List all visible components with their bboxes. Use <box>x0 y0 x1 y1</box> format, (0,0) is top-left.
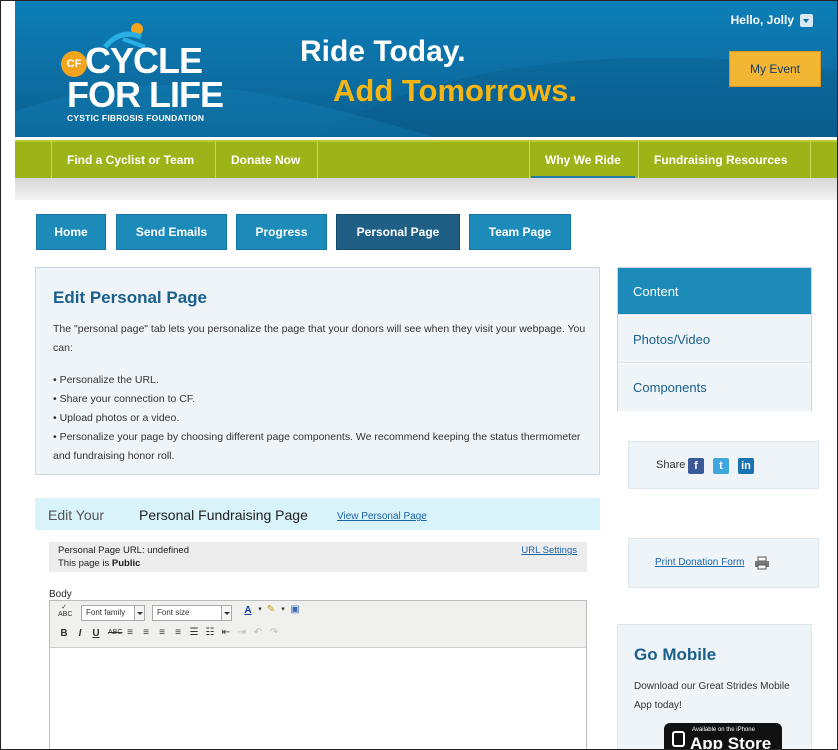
cycle-for-life-logo[interactable]: CF CYCLE FOR LIFE CYSTIC FIBROSIS FOUNDA… <box>55 21 225 131</box>
personal-page-url: Personal Page URL: undefined <box>58 545 189 556</box>
paste-icon[interactable]: ▣ <box>289 604 301 615</box>
nav-find-cyclist-or-team[interactable]: Find a Cyclist or Team <box>53 142 208 178</box>
align-center-icon[interactable]: ≡ <box>140 627 152 638</box>
edit-heading-main: Personal Fundraising Page <box>139 507 308 523</box>
chevron-down-icon[interactable] <box>800 13 813 27</box>
intro-bullet-list: Personalize the URL. Share your connecti… <box>53 371 598 466</box>
editor-body-area[interactable] <box>50 648 586 749</box>
my-event-button[interactable]: My Event <box>729 51 821 87</box>
intro-title: Edit Personal Page <box>53 288 207 307</box>
nav-divider <box>638 142 639 178</box>
app-store-big-text: App Store <box>690 734 772 750</box>
nav-divider <box>215 142 216 178</box>
tab-progress[interactable]: Progress <box>236 214 327 250</box>
edit-page-heading-bar: Edit Your Personal Fundraising Page View… <box>35 498 600 530</box>
go-mobile-box: Go Mobile Download our Great Strides Mob… <box>617 624 812 750</box>
side-nav: Content Photos/Video Components <box>617 267 812 411</box>
iphone-icon <box>672 731 685 747</box>
intro-paragraph: The "personal page" tab lets you persona… <box>53 323 586 354</box>
chevron-down-icon[interactable]: ▾ <box>277 605 289 613</box>
print-donation-form-link[interactable]: Print Donation Form <box>655 557 744 568</box>
page-status-prefix: This page is <box>58 558 110 569</box>
app-store-badge[interactable]: Available on the iPhone App Store <box>664 723 782 750</box>
font-family-value: Font family <box>86 608 126 617</box>
nav-why-we-ride[interactable]: Why We Ride <box>531 142 635 178</box>
body-label: Body <box>49 589 72 600</box>
bold-icon[interactable]: B <box>58 628 70 639</box>
tagline-ride-today: Ride Today. <box>300 35 466 68</box>
printer-icon[interactable] <box>754 556 770 570</box>
tagline-add-tomorrows: Add Tomorrows. <box>333 73 577 108</box>
italic-icon[interactable]: I <box>74 628 86 639</box>
list-item: Personalize your page by choosing differ… <box>53 428 598 466</box>
nav-shadow-band <box>15 178 837 200</box>
undo-icon[interactable]: ↶ <box>252 627 264 638</box>
site-header: CF CYCLE FOR LIFE CYSTIC FIBROSIS FOUNDA… <box>15 1 837 137</box>
url-settings-link[interactable]: URL Settings <box>521 545 577 556</box>
share-label: Share <box>656 459 686 471</box>
nav-fundraising-resources[interactable]: Fundraising Resources <box>640 142 801 178</box>
font-size-select[interactable]: Font size <box>152 605 232 621</box>
list-item: Personalize the URL. <box>53 371 598 390</box>
nav-donate-now[interactable]: Donate Now <box>217 142 314 178</box>
strikethrough-icon[interactable]: ABC <box>108 629 122 636</box>
edit-heading-prefix: Edit Your <box>48 507 105 523</box>
logo-text-for-life: FOR LIFE <box>67 74 224 115</box>
app-store-small-text: Available on the iPhone <box>692 727 755 733</box>
align-right-icon[interactable]: ≡ <box>156 627 168 638</box>
tab-team-page[interactable]: Team Page <box>469 214 571 250</box>
numbered-list-icon[interactable]: ☷ <box>204 627 216 638</box>
linkedin-icon[interactable]: in <box>738 458 754 474</box>
page-status-line: This page is Public <box>58 558 140 569</box>
nav-divider <box>810 142 811 178</box>
rich-text-editor: ✓ ABC Font family Font size A ▾ ✎ ▾ ▣ B I… <box>49 600 587 749</box>
user-greeting-menu[interactable]: Hello, Jolly <box>731 13 813 27</box>
side-nav-photos-video[interactable]: Photos/Video <box>618 316 811 363</box>
side-nav-components[interactable]: Components <box>618 364 811 411</box>
side-nav-content[interactable]: Content <box>618 268 811 315</box>
greeting-text: Hello, Jolly <box>730 13 794 27</box>
view-personal-page-link[interactable]: View Personal Page <box>337 511 427 522</box>
chevron-down-icon <box>221 606 231 620</box>
align-justify-icon[interactable]: ≡ <box>172 627 184 638</box>
share-box: Share f t in <box>628 441 819 489</box>
font-size-value: Font size <box>157 608 190 617</box>
underline-icon[interactable]: U <box>90 628 102 639</box>
indent-icon[interactable]: ⇥ <box>236 627 248 638</box>
go-mobile-title: Go Mobile <box>634 645 717 664</box>
facebook-icon[interactable]: f <box>688 458 704 474</box>
bullet-list-icon[interactable]: ☰ <box>188 627 200 638</box>
highlight-color-icon[interactable]: ✎ <box>265 604 277 615</box>
print-donation-box: Print Donation Form <box>628 538 819 588</box>
page-frame: CF CYCLE FOR LIFE CYSTIC FIBROSIS FOUNDA… <box>0 0 838 750</box>
tab-send-emails[interactable]: Send Emails <box>116 214 227 250</box>
nav-divider <box>529 142 530 178</box>
nav-divider <box>51 142 52 178</box>
twitter-icon[interactable]: t <box>713 458 729 474</box>
align-left-icon[interactable]: ≡ <box>124 627 136 638</box>
font-family-select[interactable]: Font family <box>81 605 145 621</box>
go-mobile-text: Download our Great Strides Mobile App to… <box>634 681 790 711</box>
tab-home[interactable]: Home <box>36 214 106 250</box>
spellcheck-icon[interactable]: ✓ ABC <box>58 604 72 618</box>
edit-personal-page-intro: Edit Personal Page The "personal page" t… <box>35 267 600 475</box>
editor-toolbar: ✓ ABC Font family Font size A ▾ ✎ ▾ ▣ B I… <box>50 601 586 648</box>
url-info-box: Personal Page URL: undefined This page i… <box>49 542 587 572</box>
list-item: Upload photos or a video. <box>53 409 598 428</box>
logo-text-foundation: CYSTIC FIBROSIS FOUNDATION <box>67 113 205 123</box>
chevron-down-icon <box>134 606 144 620</box>
page-status-value: Public <box>111 558 141 569</box>
text-color-icon[interactable]: A <box>242 605 254 616</box>
outdent-icon[interactable]: ⇤ <box>220 627 232 638</box>
nav-divider <box>317 142 318 178</box>
list-item: Share your connection to CF. <box>53 390 598 409</box>
main-nav: Find a Cyclist or Team Donate Now Why We… <box>15 140 837 178</box>
redo-icon[interactable]: ↷ <box>268 627 280 638</box>
tab-personal-page[interactable]: Personal Page <box>336 214 460 250</box>
